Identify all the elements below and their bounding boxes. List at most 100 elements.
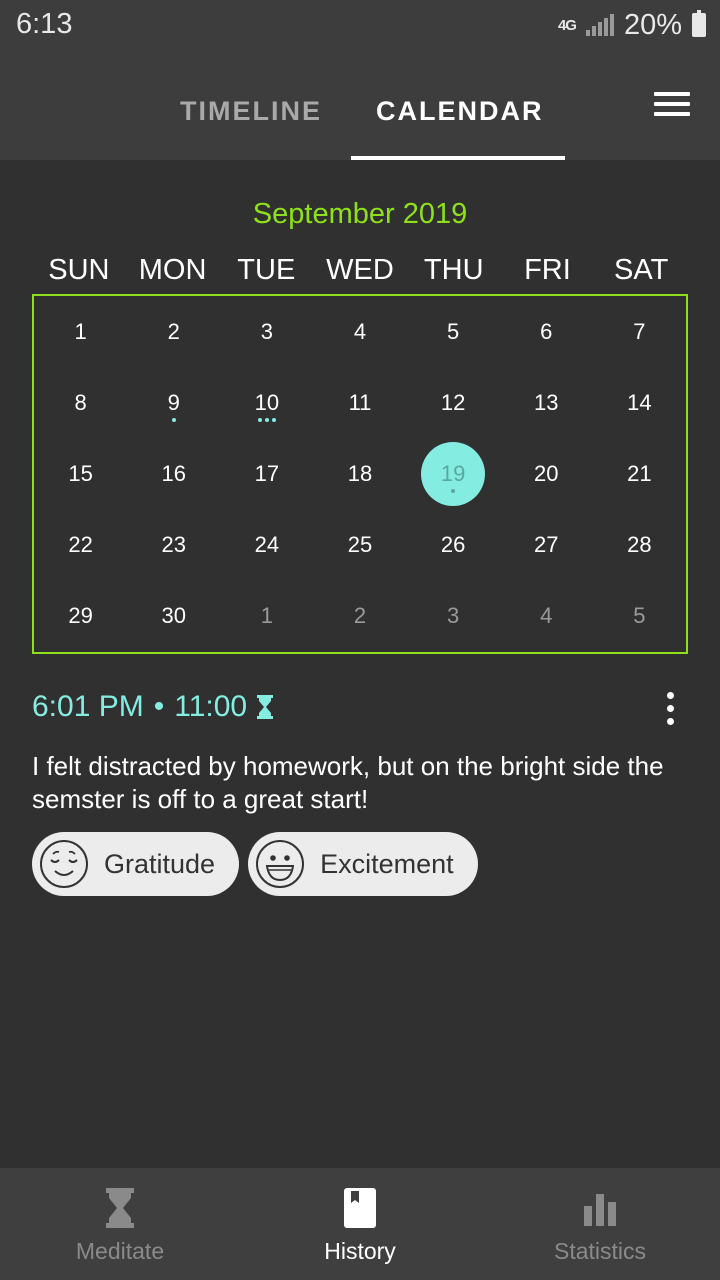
calendar-day[interactable]: 4 [313, 296, 406, 367]
calendar-day-other-month[interactable]: 4 [500, 581, 593, 652]
day-number: 30 [161, 603, 186, 629]
emotion-chip-gratitude[interactable]: Gratitude [32, 832, 240, 896]
day-number: 18 [347, 460, 373, 486]
calendar-day[interactable]: 6 [500, 296, 593, 367]
day-number: 4 [540, 603, 553, 629]
calendar-day[interactable]: 26 [407, 510, 500, 581]
session-dot [271, 418, 276, 423]
calendar-day-other-month[interactable]: 5 [593, 581, 686, 652]
day-number: 23 [161, 532, 186, 558]
day-number: 21 [627, 460, 652, 486]
signal-icon [585, 14, 614, 36]
battery-icon [692, 10, 706, 37]
calendar-day[interactable]: 11 [313, 367, 406, 438]
calendar-day[interactable]: 1 [34, 296, 127, 367]
day-number: 8 [74, 389, 87, 415]
nav-history[interactable]: History [240, 1168, 480, 1280]
session-dots [127, 418, 220, 423]
day-number: 12 [440, 389, 466, 415]
calendar-day[interactable]: 25 [313, 510, 406, 581]
weekday-label: TUE [237, 254, 296, 286]
session-dot [171, 418, 176, 423]
calendar-day[interactable]: 21 [593, 438, 686, 509]
entry-duration: 11:00 [174, 690, 248, 723]
calendar-day[interactable]: 7 [593, 296, 686, 367]
status-icons: 4G 20% [558, 8, 706, 42]
weekday-label: SUN [48, 254, 110, 286]
more-options-icon[interactable] [664, 692, 676, 726]
calendar-day[interactable]: 3 [220, 296, 313, 367]
calendar-day[interactable]: 2 [127, 296, 220, 367]
day-number: 13 [534, 389, 559, 415]
day-number: 3 [260, 318, 273, 344]
hamburger-menu-icon[interactable] [654, 92, 690, 118]
emotion-chip-excitement[interactable]: Excitement [248, 832, 478, 896]
weekday-label: SAT [614, 254, 669, 286]
status-time: 6:13 [16, 8, 73, 40]
calendar-day[interactable]: 29 [34, 581, 127, 652]
calendar-day[interactable]: 22 [34, 510, 127, 581]
calendar-day[interactable]: 9 [127, 367, 220, 438]
weekday-label: FRI [524, 254, 571, 286]
calendar-day[interactable]: 28 [593, 510, 686, 581]
calendar-day[interactable]: 12 [407, 367, 500, 438]
emotion-label: Gratitude [104, 848, 216, 879]
day-number: 3 [447, 603, 460, 629]
day-number: 14 [627, 389, 652, 415]
status-bar: 6:13 4G 20% [0, 0, 720, 52]
calendar-day[interactable]: 10 [220, 367, 313, 438]
session-dots [407, 489, 500, 494]
nav-label: Meditate [75, 1238, 165, 1264]
tab-calendar[interactable]: CALENDAR [376, 96, 544, 127]
calendar-day[interactable]: 20 [500, 438, 593, 509]
entry-time: 6:01 PM [32, 690, 144, 723]
day-number: 1 [74, 318, 87, 344]
nav-meditate[interactable]: Meditate [0, 1168, 240, 1280]
calendar-day-selected[interactable]: 19 [407, 438, 500, 509]
hourglass-icon [106, 1188, 134, 1228]
weekday-label: THU [423, 254, 484, 286]
calendar-day[interactable]: 15 [34, 438, 127, 509]
day-number: 29 [68, 603, 93, 629]
tab-timeline[interactable]: TIMELINE [180, 96, 322, 127]
calendar-day-other-month[interactable]: 3 [407, 581, 500, 652]
calendar-day[interactable]: 18 [313, 438, 406, 509]
network-type: 4G [557, 16, 577, 34]
bottom-nav: Meditate History Statistics [0, 1168, 720, 1280]
grinning-face-icon [256, 840, 305, 888]
calendar-day[interactable]: 17 [220, 438, 313, 509]
calendar-day[interactable]: 16 [127, 438, 220, 509]
day-number: 15 [68, 460, 93, 486]
calendar-day[interactable]: 13 [500, 367, 593, 438]
day-number: 4 [353, 318, 367, 344]
session-dot [257, 418, 262, 423]
day-number: 27 [534, 532, 559, 558]
calendar-day[interactable]: 5 [407, 296, 500, 367]
day-number: 1 [260, 603, 273, 629]
calendar-grid: 1 2 3 4 5 6 7 8 9 10 11 12 13 14 15 16 17 18 19 20 21 22 23 24 2… [32, 294, 688, 654]
hourglass-icon [257, 695, 274, 719]
entry-text: I felt distracted by homework, but on th… [32, 751, 664, 814]
calendar-day-other-month[interactable]: 2 [313, 581, 406, 652]
calendar-day-other-month[interactable]: 1 [220, 581, 313, 652]
tab-indicator [351, 156, 565, 160]
calendar-day[interactable]: 24 [220, 510, 313, 581]
day-number: 26 [440, 532, 466, 558]
day-number: 17 [254, 460, 280, 486]
day-number: 19 [440, 460, 466, 486]
calendar-day[interactable]: 23 [127, 510, 220, 581]
calendar-day[interactable]: 27 [500, 510, 593, 581]
session-dots [220, 418, 313, 423]
day-number: 28 [627, 532, 652, 558]
calendar-day[interactable]: 30 [127, 581, 220, 652]
weekday-header: SUN MON TUE WED THU FRI SAT [32, 254, 688, 287]
weekday-label: MON [138, 254, 207, 286]
day-number: 2 [167, 318, 180, 344]
calendar-day[interactable]: 14 [593, 367, 686, 438]
session-dot [451, 489, 456, 494]
day-number: 5 [447, 318, 460, 344]
nav-statistics[interactable]: Statistics [480, 1168, 720, 1280]
calendar-day[interactable]: 8 [34, 367, 127, 438]
tab-header: TIMELINE CALENDAR [0, 52, 720, 160]
content-face-icon [40, 840, 88, 888]
